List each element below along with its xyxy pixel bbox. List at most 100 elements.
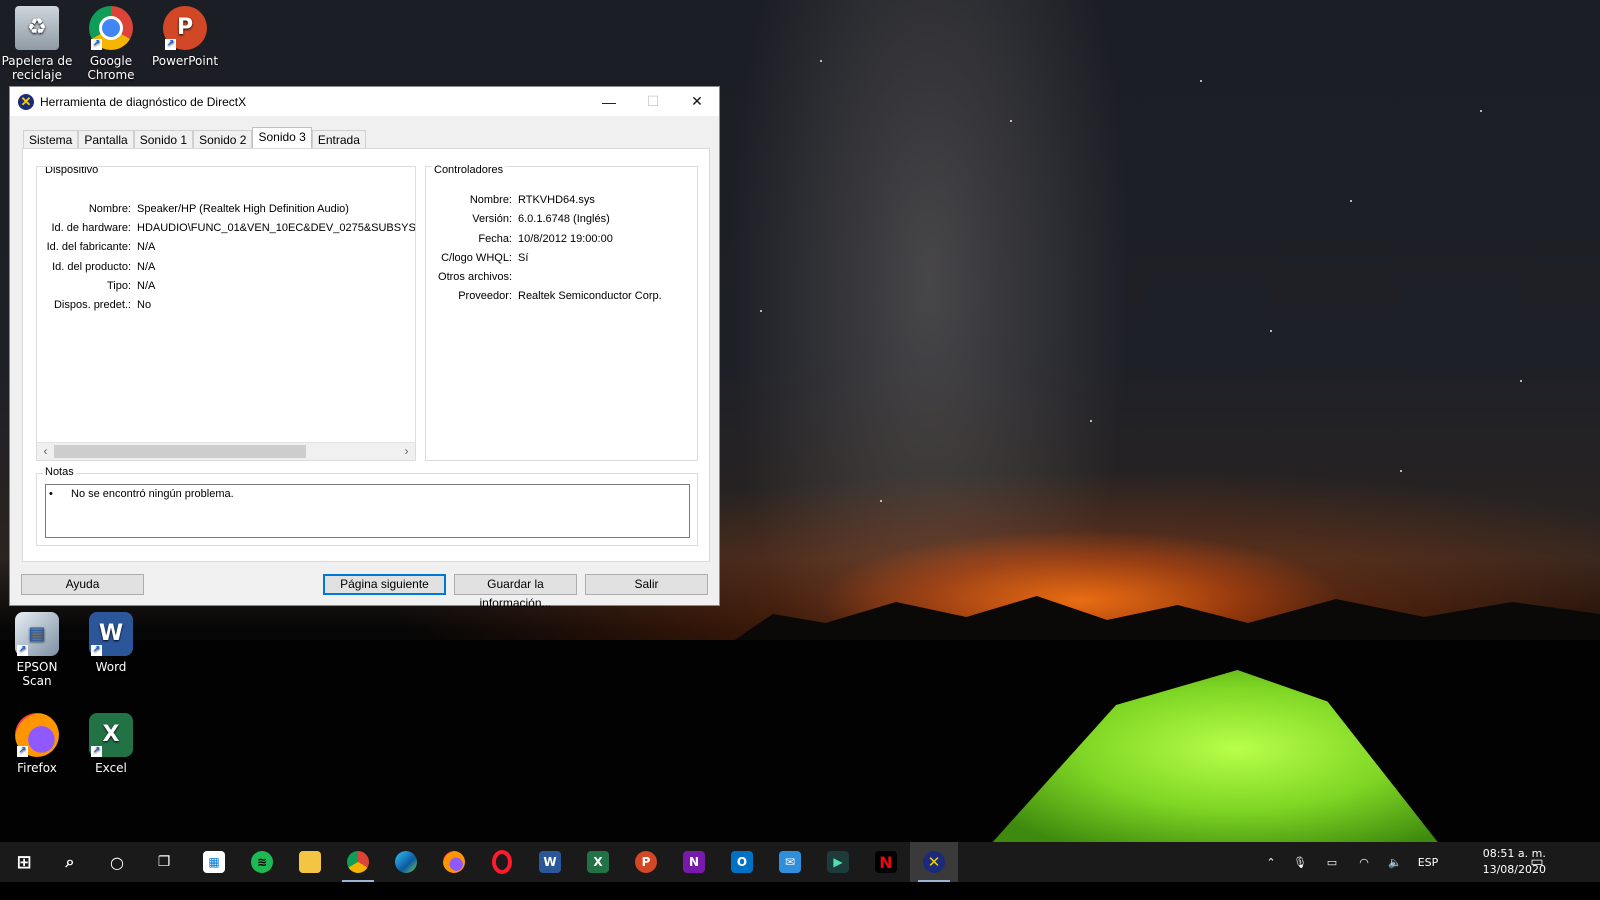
device-value: No (137, 299, 152, 311)
notes-list[interactable]: • No se encontró ningún problema. (45, 484, 690, 538)
taskbar-file-explorer[interactable] (286, 842, 334, 882)
search-button[interactable]: ⌕ (46, 842, 94, 882)
taskbar-opera[interactable] (478, 842, 526, 882)
save-information-button[interactable]: Guardar la información... (454, 574, 577, 610)
device-label: Nombre: (88, 203, 131, 215)
driver-row-whql: C/logo WHQL: Sí (426, 252, 528, 264)
spotify-icon: ≋ (251, 851, 273, 873)
tab-entrada[interactable]: Entrada (311, 130, 366, 150)
desktop-icon-excel[interactable]: X ↗ Excel (75, 713, 147, 775)
scanner-icon: ▤ ↗ (15, 612, 59, 656)
close-button[interactable]: ✕ (675, 87, 719, 116)
device-label: Dispos. predet.: (53, 299, 131, 311)
taskbar-mail[interactable]: ✉ (766, 842, 814, 882)
directx-diagnostic-window: ✕ Herramienta de diagnóstico de DirectX … (9, 86, 720, 610)
microphone-icon[interactable]: 🎙 (1284, 856, 1316, 869)
notes-group: Notas • No se encontró ningún problema. (36, 466, 698, 546)
wifi-icon[interactable]: ◠ (1348, 856, 1380, 869)
driver-row-name: Nombre: RTKVHD64.sys (426, 194, 595, 206)
mail-icon: ✉ (779, 851, 801, 873)
minimize-button[interactable]: — (587, 87, 631, 116)
tab-sonido-1[interactable]: Sonido 1 (133, 130, 194, 150)
driver-label: Nombre: (469, 194, 512, 206)
recycle-bin-icon: ♻ (15, 6, 59, 50)
taskbar-spotify[interactable]: ≋ (238, 842, 286, 882)
scroll-left-icon[interactable]: ‹ (37, 443, 54, 460)
desktop-icon-label: EPSON Scan (16, 660, 58, 688)
drivers-group-title: Controladores (432, 164, 506, 176)
battery-icon[interactable]: ▭ (1316, 856, 1348, 869)
start-icon: ⊞ (16, 851, 32, 873)
driver-label: Proveedor: (458, 290, 512, 302)
device-group: Dispositivo Nombre: Speaker/HP (Realtek H… (36, 166, 416, 461)
powerpoint-icon: P ↗ (163, 6, 207, 50)
window-title: Herramienta de diagnóstico de DirectX (40, 94, 247, 109)
driver-value: RTKVHD64.sys (518, 194, 595, 206)
taskbar-outlook[interactable]: O (718, 842, 766, 882)
driver-value: 10/8/2012 19:00:00 (518, 233, 613, 245)
driver-row-provider: Proveedor: Realtek Semiconductor Corp. (426, 290, 662, 302)
exit-button[interactable]: Salir (585, 574, 708, 595)
screen-bottom-edge (0, 882, 1600, 900)
device-horizontal-scrollbar[interactable]: ‹ › (37, 442, 415, 460)
device-row-manufacturer-id: Id. del fabricante: N/A (37, 241, 156, 253)
taskbar-word[interactable]: W (526, 842, 574, 882)
tab-pantalla[interactable]: Pantalla (78, 130, 134, 150)
desktop-icon-powerpoint[interactable]: P ↗ PowerPoint (149, 6, 221, 68)
taskbar-chrome[interactable] (334, 842, 382, 882)
device-label: Tipo: (106, 280, 131, 292)
powerpoint-icon: P (635, 851, 657, 873)
tab-sonido-2[interactable]: Sonido 2 (193, 130, 253, 150)
desktop-icon-firefox[interactable]: ↗ Firefox (1, 713, 73, 775)
taskbar-directx[interactable]: ✕ (910, 842, 958, 882)
show-hidden-icons-icon[interactable]: ⌃ (1258, 856, 1284, 869)
language-indicator[interactable]: ESP (1410, 856, 1446, 869)
desktop-icon-epson-scan[interactable]: ▤ ↗ EPSON Scan (1, 612, 73, 688)
scrollbar-thumb[interactable] (54, 445, 306, 458)
directx-icon: ✕ (18, 93, 34, 110)
desktop-icon-label: Excel (95, 761, 127, 775)
taskbar-store[interactable]: ▦ (190, 842, 238, 882)
taskbar-firefox[interactable] (430, 842, 478, 882)
cortana-button[interactable]: ○ (93, 842, 141, 882)
word-icon: W ↗ (89, 612, 133, 656)
firefox-icon: ↗ (15, 713, 59, 757)
start-button[interactable]: ⊞ (0, 842, 48, 882)
title-bar[interactable]: ✕ Herramienta de diagnóstico de DirectX … (10, 87, 719, 116)
search-icon: ⌕ (65, 852, 75, 871)
scroll-right-icon[interactable]: › (398, 443, 415, 460)
directx-icon: ✕ (923, 851, 945, 873)
taskbar-kinemaster[interactable]: ▶ (814, 842, 862, 882)
driver-value: Sí (518, 252, 529, 264)
taskbar-powerpoint[interactable]: P (622, 842, 670, 882)
desktop-icon-chrome[interactable]: ↗ Google Chrome (75, 6, 147, 82)
desktop-icon-label: Papelera de reciclaje (1, 54, 73, 82)
driver-row-date: Fecha: 10/8/2012 19:00:00 (426, 233, 613, 245)
help-button[interactable]: Ayuda (21, 574, 144, 595)
next-page-button[interactable]: Página siguiente (323, 574, 446, 595)
taskbar-netflix[interactable]: N (862, 842, 910, 882)
file-explorer-icon (299, 851, 321, 873)
task-view-button[interactable]: ❐ (140, 842, 188, 882)
system-tray: ⌃ 🎙 ▭ ◠ 🔈 ESP (1258, 842, 1446, 882)
device-value: Speaker/HP (Realtek High Definition Audi… (137, 203, 349, 215)
desktop-icon-recycle-bin[interactable]: ♻ Papelera de reciclaje (1, 6, 73, 82)
driver-row-other-files: Otros archivos: (426, 271, 518, 283)
netflix-icon: N (875, 851, 897, 873)
device-label: Id. del fabricante: (46, 241, 131, 253)
outlook-icon: O (731, 851, 753, 873)
tab-panel: Dispositivo Nombre: Speaker/HP (Realtek H… (22, 148, 710, 562)
device-group-title: Dispositivo (43, 166, 101, 176)
action-center-icon[interactable]: ▭ (1524, 842, 1550, 882)
excel-icon: X ↗ (89, 713, 133, 757)
opera-icon (492, 850, 512, 874)
tab-sistema[interactable]: Sistema (23, 130, 79, 150)
driver-row-version: Versión: 6.0.1.6748 (Inglés) (426, 213, 609, 225)
firefox-icon (443, 851, 465, 873)
desktop-icon-word[interactable]: W ↗ Word (75, 612, 147, 674)
desktop-icon-label: PowerPoint (151, 54, 219, 68)
taskbar-excel[interactable]: X (574, 842, 622, 882)
taskbar-onenote[interactable]: N (670, 842, 718, 882)
taskbar-edge[interactable] (382, 842, 430, 882)
volume-icon[interactable]: 🔈 (1380, 856, 1410, 869)
